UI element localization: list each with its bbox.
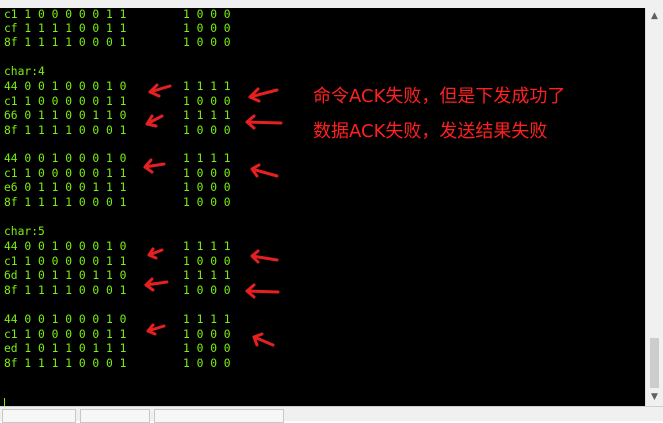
console-line-hex: c1 1 0 0 0 0 0 1 1	[4, 8, 127, 21]
console-line-ack: 1 0 0 0	[183, 8, 231, 21]
console-line-ack: 1 1 1 1	[183, 152, 231, 165]
console-line-ack: 1 1 1 1	[183, 109, 231, 122]
console-line-hex: 44 0 0 1 0 0 0 1 0	[4, 240, 127, 253]
console-line-hex: 44 0 0 1 0 0 0 1 0	[4, 313, 127, 326]
console-line-ack: 1 0 0 0	[183, 124, 231, 137]
console-line-hex: 8f 1 1 1 1 0 0 0 1	[4, 284, 127, 297]
console-line-ack: 1 0 0 0	[183, 328, 231, 341]
scroll-down-icon[interactable]: ▼	[646, 389, 663, 406]
console-line-ack: 1 1 1 1	[183, 269, 231, 282]
annotation-data-ack: 数据ACK失败，发送结果失败	[313, 121, 548, 142]
console-line-ack: 1 0 0 0	[183, 36, 231, 49]
scroll-up-icon[interactable]: ▲	[646, 8, 663, 25]
console-line-hex: c1 1 0 0 0 0 0 1 1	[4, 95, 127, 108]
console-line-hex: char:4	[4, 65, 45, 78]
console-line-hex: 6d 1 0 1 1 0 1 1 0	[4, 269, 127, 282]
console-line-ack: 1 0 0 0	[183, 22, 231, 35]
console-line-ack: 1 0 0 0	[183, 95, 231, 108]
console-line-ack: 1 0 0 0	[183, 357, 231, 370]
console-line-ack: 1 0 0 0	[183, 167, 231, 180]
status-bar	[0, 406, 663, 423]
console-line-ack: 1 0 0 0	[183, 181, 231, 194]
console-line-ack: 1 0 0 0	[183, 284, 231, 297]
annotation-command-ack: 命令ACK失败，但是下发成功了	[313, 86, 566, 107]
status-cell	[2, 409, 76, 423]
console-line-hex: e6 0 1 1 0 0 1 1 1	[4, 181, 127, 194]
console-line-ack: 1 1 1 1	[183, 313, 231, 326]
console-line-hex: 8f 1 1 1 1 0 0 0 1	[4, 36, 127, 49]
scrollbar-thumb[interactable]	[650, 338, 659, 388]
serial-console-output[interactable]: c1 1 0 0 0 0 0 1 1 1 0 0 0 cf 1 1 1 1 0 0 …	[0, 8, 646, 406]
console-line-hex: char:5	[4, 225, 45, 238]
console-line-hex: ed 1 0 1 1 0 1 1 1	[4, 342, 127, 355]
console-line-ack: 1 0 0 0	[183, 196, 231, 209]
window-frame: c1 1 0 0 0 0 0 1 1 1 0 0 0 cf 1 1 1 1 0 0 …	[0, 0, 663, 423]
text-cursor	[4, 398, 5, 406]
console-line-hex: cf 1 1 1 1 0 0 1 1	[4, 22, 127, 35]
vertical-scrollbar[interactable]: ▲ ▼	[645, 8, 663, 406]
console-line-hex: 44 0 0 1 0 0 0 1 0	[4, 80, 127, 93]
console-line-ack: 1 1 1 1	[183, 240, 231, 253]
status-cell	[154, 409, 284, 423]
console-line-ack: 1 1 1 1	[183, 80, 231, 93]
console-line-ack: 1 0 0 0	[183, 255, 231, 268]
console-line-hex: c1 1 0 0 0 0 0 1 1	[4, 167, 127, 180]
console-line-hex: 8f 1 1 1 1 0 0 0 1	[4, 357, 127, 370]
console-line-hex: c1 1 0 0 0 0 0 1 1	[4, 328, 127, 341]
console-line-hex: 66 0 1 1 0 0 1 1 0	[4, 109, 127, 122]
status-cell	[80, 409, 150, 423]
console-line-hex: 8f 1 1 1 1 0 0 0 1	[4, 124, 127, 137]
console-line-hex: 8f 1 1 1 1 0 0 0 1	[4, 196, 127, 209]
console-line-ack: 1 0 0 0	[183, 342, 231, 355]
console-line-hex: c1 1 0 0 0 0 0 1 1	[4, 255, 127, 268]
console-line-hex: 44 0 0 1 0 0 0 1 0	[4, 152, 127, 165]
